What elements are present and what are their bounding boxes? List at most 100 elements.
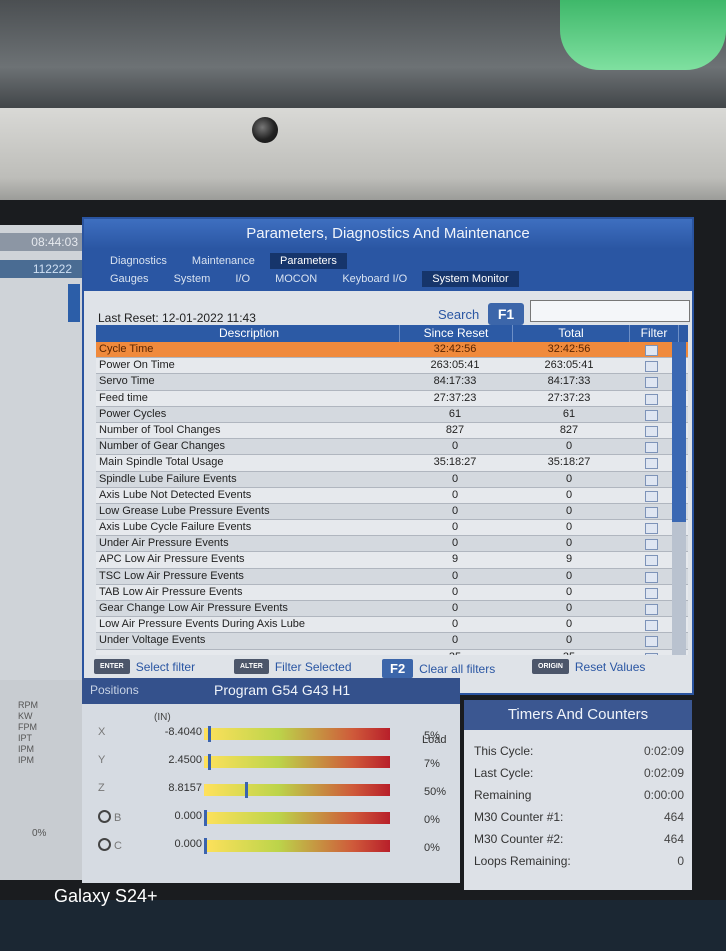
table-row[interactable]: TSC Low Air Pressure Events 0 0 <box>96 568 688 585</box>
cell-description: Under Air Pressure Events <box>99 537 229 550</box>
cell-total: 0 <box>565 634 573 647</box>
filter-checkbox[interactable] <box>644 506 658 518</box>
left-scrollbar[interactable] <box>68 284 80 322</box>
filter-checkbox[interactable] <box>644 652 658 655</box>
cell-description: Feed time <box>99 391 148 404</box>
filter-checkbox[interactable] <box>644 361 658 373</box>
table-row[interactable]: Spindle Lube Failure Events 0 0 <box>96 471 688 488</box>
tab-gauges[interactable]: Gauges <box>100 271 159 287</box>
filter-checkbox[interactable] <box>644 571 658 583</box>
tab-io[interactable]: I/O <box>225 271 261 287</box>
filter-checkbox[interactable] <box>644 458 658 470</box>
cell-total: 61 <box>562 407 576 420</box>
axis-row: Y 2.4500 7% <box>82 752 460 772</box>
cell-filter <box>627 358 675 373</box>
cell-filter <box>627 585 675 600</box>
table-row[interactable]: Servo Time 84:17:33 84:17:33 <box>96 374 688 391</box>
table-row[interactable]: Under Voltage Events 0 0 <box>96 633 688 650</box>
header-since-reset[interactable]: Since Reset <box>400 325 513 342</box>
cell-since-reset: 32:42:56 <box>433 343 477 355</box>
axis-label: B <box>98 810 121 824</box>
axis-row: Z 8.8157 50% <box>82 780 460 800</box>
header-description[interactable]: Description <box>96 325 400 342</box>
unit-kw: KW <box>18 711 33 721</box>
table-row[interactable]: Power On Time 263:05:41 263:05:41 <box>96 358 688 375</box>
filter-checkbox[interactable] <box>644 555 658 567</box>
tab-keyboard-io[interactable]: Keyboard I/O <box>332 271 418 287</box>
table-row[interactable]: Cycle Time 32:42:56 32:42:56 <box>96 342 688 359</box>
unit-ipm: IPM <box>18 744 35 754</box>
cell-total: 0 <box>565 504 573 517</box>
table-scrollbar-thumb[interactable] <box>672 342 686 522</box>
positions-title: Positions <box>90 683 139 697</box>
tab-diagnostics[interactable]: Diagnostics <box>100 253 177 269</box>
tab-system[interactable]: System <box>163 271 221 287</box>
select-filter-hint[interactable]: ENTER Select filter <box>94 659 195 674</box>
cell-total: 0 <box>565 472 573 485</box>
f1-key-button[interactable]: F1 <box>488 303 524 325</box>
tab-mocon[interactable]: MOCON <box>265 271 328 287</box>
tab-system-monitor[interactable]: System Monitor <box>422 271 519 287</box>
table-row[interactable]: Number of Gear Changes 0 0 <box>96 439 688 456</box>
header-total[interactable]: Total <box>513 325 630 342</box>
cell-filter <box>627 601 675 616</box>
filter-checkbox[interactable] <box>644 523 658 535</box>
filter-checkbox[interactable] <box>644 604 658 615</box>
table-row[interactable]: Main Spindle Total Usage 35:18:27 35:18:27 <box>96 455 688 472</box>
filter-checkbox[interactable] <box>644 393 658 405</box>
reset-values-hint[interactable]: ORIGIN Reset Values <box>532 659 645 674</box>
filter-checkbox[interactable] <box>644 409 658 421</box>
filter-checkbox[interactable] <box>644 474 658 486</box>
tab-parameters[interactable]: Parameters <box>269 253 347 269</box>
filter-checkbox[interactable] <box>644 377 658 389</box>
cell-filter <box>627 439 675 454</box>
cell-since-reset: 0 <box>451 569 459 582</box>
filter-checkbox[interactable] <box>644 425 658 437</box>
filter-checkbox[interactable] <box>644 587 658 599</box>
table-row[interactable]: Axis Lube Cycle Failure Events 0 0 <box>96 520 688 537</box>
axis-load-percent: 0% <box>424 842 440 854</box>
cell-since-reset: 35 <box>399 650 511 655</box>
axis-row: X -8.4040 5% <box>82 724 460 744</box>
table-row[interactable]: Low Air Pressure Events During Axis Lube… <box>96 617 688 634</box>
table-row[interactable]: Gear Change Low Air Pressure Events 0 0 <box>96 601 688 618</box>
tab-maintenance[interactable]: Maintenance <box>181 253 265 269</box>
rotary-axis-icon <box>98 838 111 851</box>
filter-checkbox[interactable] <box>644 490 658 502</box>
cell-since-reset: 0 <box>451 472 459 485</box>
cell-since-reset: 0 <box>451 537 459 550</box>
cell-description: TSC Low Air Pressure Events <box>99 569 244 582</box>
axis-load-marker <box>245 782 248 798</box>
table-row[interactable]: 3535 <box>96 649 688 655</box>
axis-load-marker <box>208 754 211 770</box>
positions-header: Positions Program G54 G43 H1 <box>82 678 460 704</box>
cell-description: Main Spindle Total Usage <box>99 456 224 469</box>
table-row[interactable]: Under Air Pressure Events 0 0 <box>96 536 688 553</box>
table-row[interactable]: Low Grease Lube Pressure Events 0 0 <box>96 503 688 521</box>
table-row[interactable]: Axis Lube Not Detected Events 0 0 <box>96 487 688 504</box>
spindle-units-panel <box>0 680 82 880</box>
axis-label: X <box>98 726 106 738</box>
axis-row: B 0.000 0% <box>82 808 460 828</box>
clear-filters-hint[interactable]: F2 Clear all filters <box>382 659 495 678</box>
table-row[interactable]: APC Low Air Pressure Events 9 9 <box>96 552 688 569</box>
header-filter[interactable]: Filter <box>630 325 679 342</box>
cell-total: 0 <box>565 569 573 582</box>
cell-description <box>96 650 399 655</box>
axis-load-marker <box>208 726 211 742</box>
table-row[interactable]: TAB Low Air Pressure Events 0 0 <box>96 584 688 601</box>
filter-checkbox[interactable] <box>644 636 658 648</box>
clock: 08:44:03 <box>0 233 82 251</box>
filter-checkbox[interactable] <box>644 345 658 356</box>
table-row[interactable]: Feed time 27:37:23 27:37:23 <box>96 390 688 407</box>
search-input[interactable] <box>530 300 690 322</box>
job-id: 112222 <box>0 260 82 278</box>
filter-checkbox[interactable] <box>644 442 658 454</box>
cell-filter <box>627 391 675 406</box>
filter-checkbox[interactable] <box>644 620 658 632</box>
table-row[interactable]: Power Cycles 61 61 <box>96 406 688 423</box>
filter-selected-hint[interactable]: ALTER Filter Selected <box>234 659 352 674</box>
table-row[interactable]: Number of Tool Changes 827 827 <box>96 422 688 440</box>
filter-checkbox[interactable] <box>644 539 658 551</box>
cell-description: Axis Lube Cycle Failure Events <box>99 521 252 534</box>
